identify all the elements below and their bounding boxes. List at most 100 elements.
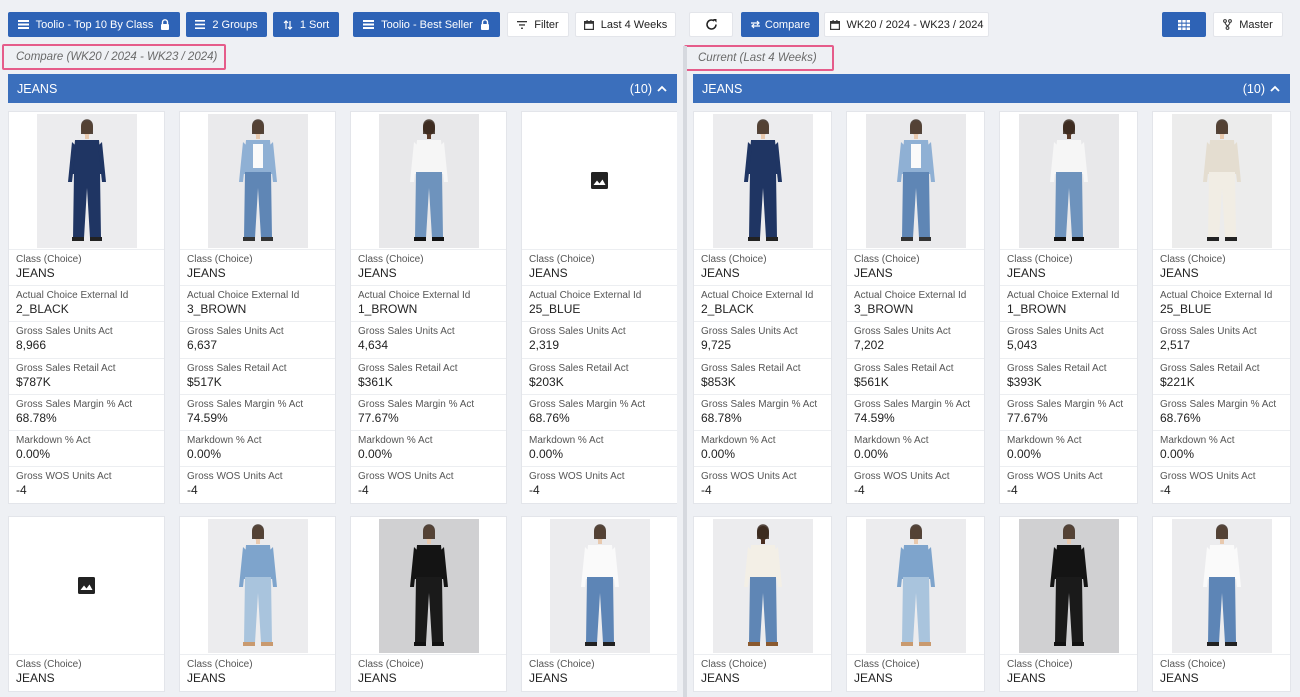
product-image[interactable] <box>694 112 831 250</box>
compare-button[interactable]: Compare <box>741 12 819 37</box>
group-header-jeans[interactable]: JEANS (10) <box>693 74 1290 103</box>
product-card[interactable]: Class (Choice) JEANS Actual Choice Externa… <box>1152 111 1291 505</box>
field-label: Gross WOS Units Act <box>529 471 625 483</box>
product-image[interactable] <box>351 112 506 250</box>
product-card[interactable]: Class (Choice) JEANS Actual Choice Externa… <box>999 111 1138 505</box>
product-image[interactable] <box>180 112 335 250</box>
filter-button[interactable]: Filter <box>507 12 569 37</box>
field-value: $517K <box>187 374 222 389</box>
product-card[interactable]: Class (Choice) JEANS Actual Choice Externa… <box>693 111 832 505</box>
groups-button[interactable]: 2 Groups <box>186 12 267 37</box>
field-label: Markdown % Act <box>187 434 262 446</box>
product-image[interactable] <box>9 112 164 250</box>
field-value: JEANS <box>1007 266 1046 280</box>
product-card[interactable]: Class (Choice) JEANS <box>179 516 336 693</box>
product-card[interactable]: Class (Choice) JEANS Actual Choice Externa… <box>350 111 507 505</box>
product-image[interactable] <box>1000 517 1137 655</box>
view-selector-button[interactable]: Toolio - Top 10 By Class <box>8 12 180 37</box>
product-image[interactable] <box>522 517 677 655</box>
field-label: Markdown % Act <box>701 434 776 446</box>
field-wos: Gross WOS Units Act -4 <box>351 467 506 503</box>
compare-range-label: WK20 / 2024 - WK23 / 2024 <box>846 18 984 31</box>
field-label: Actual Choice External Id <box>187 290 300 302</box>
chevron-up-icon[interactable] <box>657 85 667 92</box>
field-class: Class (Choice) JEANS <box>180 250 335 287</box>
view-selector-label: Toolio - Top 10 By Class <box>35 18 154 31</box>
field-label: Gross Sales Retail Act <box>701 362 801 374</box>
filter-label: Filter <box>534 18 559 31</box>
date-range-button[interactable]: Last 4 Weeks <box>575 12 676 37</box>
field-value: 25_BLUE <box>1160 302 1212 317</box>
field-label: Gross Sales Retail Act <box>529 362 629 374</box>
product-card[interactable]: Class (Choice) JEANS Actual Choice Externa… <box>179 111 336 505</box>
product-image[interactable] <box>1153 112 1290 250</box>
product-card[interactable]: Class (Choice) JEANS <box>846 516 985 693</box>
field-class: Class (Choice) JEANS <box>1153 250 1290 287</box>
product-card[interactable]: Class (Choice) JEANS Actual Choice Externa… <box>846 111 985 505</box>
field-label: Gross Sales Margin % Act <box>529 398 646 410</box>
product-image[interactable] <box>694 517 831 655</box>
field-markdown: Markdown % Act 0.00% <box>847 431 984 468</box>
image-placeholder-icon <box>591 172 608 189</box>
compare-range-button[interactable]: WK20 / 2024 - WK23 / 2024 <box>824 12 989 37</box>
field-value: 0.00% <box>187 446 222 461</box>
refresh-button[interactable] <box>689 12 733 37</box>
field-class: Class (Choice) JEANS <box>9 250 164 287</box>
product-card[interactable]: Class (Choice) JEANS <box>999 516 1138 693</box>
grid-view-button[interactable] <box>1162 12 1206 37</box>
field-retail: Gross Sales Retail Act $203K <box>522 359 677 395</box>
chevron-up-icon[interactable] <box>1270 85 1280 92</box>
field-label: Class (Choice) <box>1160 659 1226 670</box>
product-card[interactable]: Class (Choice) JEANS Actual Choice Externa… <box>521 111 677 505</box>
field-label: Gross Sales Retail Act <box>16 362 116 374</box>
product-card[interactable]: Class (Choice) JEANS <box>350 516 507 693</box>
field-value: JEANS <box>187 266 226 280</box>
product-image[interactable] <box>9 517 164 655</box>
field-label: Actual Choice External Id <box>701 290 814 302</box>
field-value: 0.00% <box>1160 446 1195 461</box>
field-value: $561K <box>854 374 889 389</box>
field-label: Gross WOS Units Act <box>701 471 797 483</box>
field-value: JEANS <box>854 266 893 280</box>
compare-period-label: Compare (WK20 / 2024 - WK23 / 2024) <box>2 44 226 70</box>
swap-icon <box>750 20 760 29</box>
field-label: Gross Sales Margin % Act <box>16 398 133 410</box>
product-image[interactable] <box>847 112 984 250</box>
field-value: $787K <box>16 374 51 389</box>
photo-white-tee-jeans <box>1018 113 1119 248</box>
field-value: 77.67% <box>1007 410 1048 425</box>
product-card[interactable]: Class (Choice) JEANS <box>521 516 677 693</box>
field-value: 4,634 <box>358 338 389 353</box>
field-units: Gross Sales Units Act 6,637 <box>180 322 335 359</box>
product-image[interactable] <box>1153 517 1290 655</box>
panel-divider[interactable] <box>683 46 687 697</box>
assortment-button[interactable]: Toolio - Best Seller <box>353 12 500 37</box>
group-count-wrap: (10) <box>630 82 667 96</box>
sort-icon <box>283 19 293 30</box>
product-card[interactable]: Class (Choice) JEANS <box>1152 516 1291 693</box>
field-value: 6,637 <box>187 338 218 353</box>
filter-icon <box>517 20 528 29</box>
field-label: Actual Choice External Id <box>16 290 129 302</box>
field-value: $361K <box>358 374 393 389</box>
product-image[interactable] <box>522 112 677 250</box>
sort-button[interactable]: 1 Sort <box>273 12 339 37</box>
branch-button[interactable]: Master <box>1213 12 1283 37</box>
product-image[interactable] <box>180 517 335 655</box>
assortment-label: Toolio - Best Seller <box>381 18 473 31</box>
field-value: JEANS <box>16 671 55 685</box>
field-value: 7,202 <box>854 338 885 353</box>
field-value: $853K <box>701 374 736 389</box>
product-image[interactable] <box>351 517 506 655</box>
product-card[interactable]: Class (Choice) JEANS Actual Choice Externa… <box>8 111 165 505</box>
field-value: $393K <box>1007 374 1042 389</box>
product-image[interactable] <box>847 517 984 655</box>
current-period-label: Current (Last 4 Weeks) <box>684 45 834 71</box>
group-header-jeans[interactable]: JEANS (10) <box>8 74 677 103</box>
field-retail: Gross Sales Retail Act $517K <box>180 359 335 395</box>
product-card[interactable]: Class (Choice) JEANS <box>8 516 165 693</box>
product-card[interactable]: Class (Choice) JEANS <box>693 516 832 693</box>
field-class: Class (Choice) JEANS <box>847 655 984 691</box>
field-value: 2,319 <box>529 338 560 353</box>
product-image[interactable] <box>1000 112 1137 250</box>
